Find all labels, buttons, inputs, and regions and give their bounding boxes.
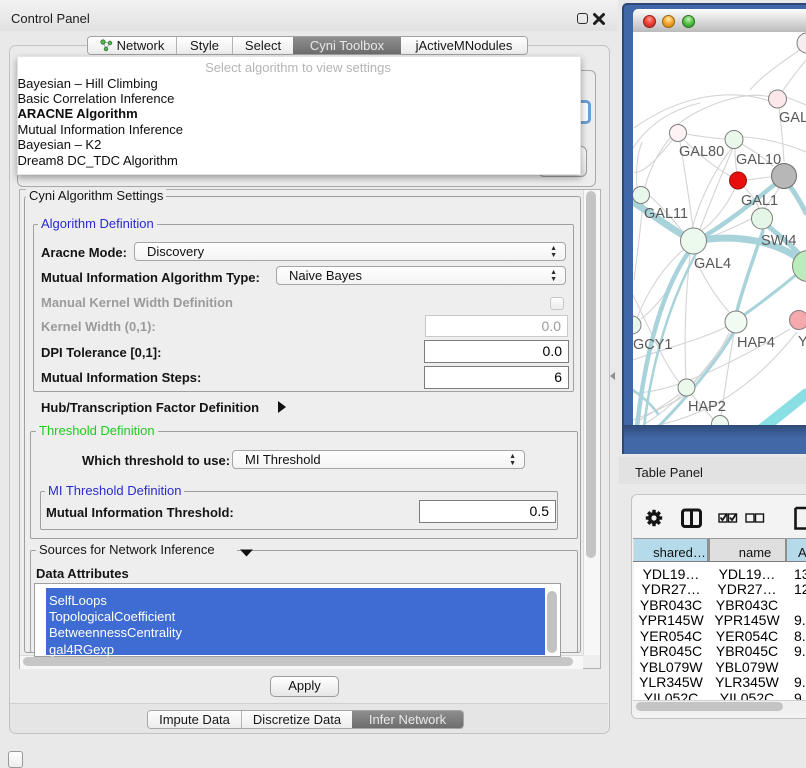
svg-text:Y: Y	[798, 334, 806, 350]
svg-text:GAL11: GAL11	[644, 206, 688, 222]
svg-text:GAL10: GAL10	[736, 152, 781, 168]
svg-text:GAL7: GAL7	[779, 110, 806, 126]
svg-text:GAL4: GAL4	[694, 256, 731, 272]
svg-text:HAP2: HAP2	[688, 399, 726, 415]
svg-text:GCY1: GCY1	[633, 337, 673, 353]
svg-text:GAL1: GAL1	[741, 193, 778, 209]
svg-text:GAL80: GAL80	[679, 144, 724, 160]
svg-text:SWI4: SWI4	[761, 233, 796, 249]
svg-text:HAP4: HAP4	[737, 335, 775, 351]
